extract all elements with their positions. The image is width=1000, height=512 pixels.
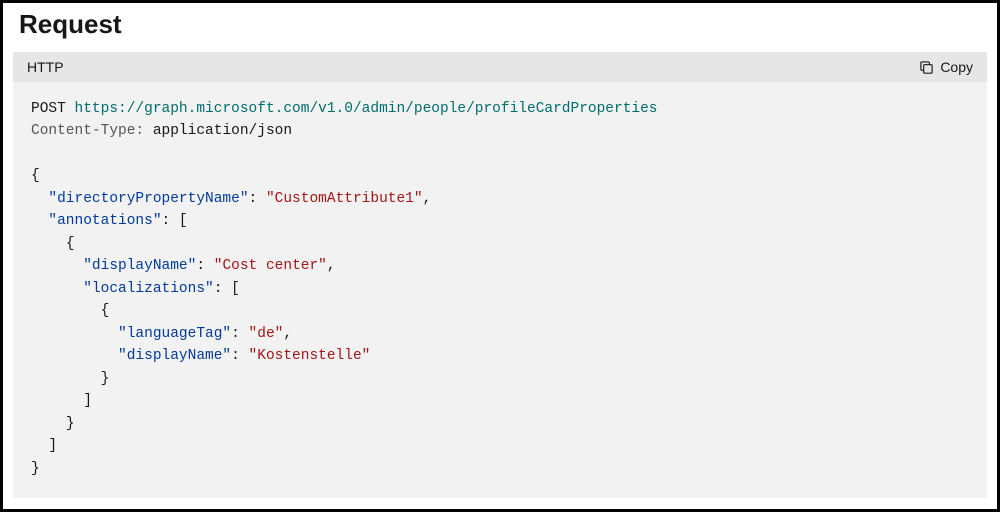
json-string: "de" (249, 326, 284, 342)
http-method: POST (31, 101, 66, 117)
json-key: "localizations" (83, 281, 214, 297)
json-string: "Cost center" (214, 258, 327, 274)
copy-button[interactable]: Copy (919, 59, 973, 75)
json-key: "directoryPropertyName" (48, 191, 248, 207)
language-label: HTTP (27, 59, 64, 75)
json-key: "annotations" (48, 213, 161, 229)
json-key: "languageTag" (118, 326, 231, 342)
code-block: HTTP Copy POST https://graph.microsoft.c… (13, 52, 987, 498)
json-key: "displayName" (118, 348, 231, 364)
header-value: application/json (153, 123, 292, 139)
copy-icon (919, 60, 934, 75)
json-string: "Kostenstelle" (249, 348, 371, 364)
code-toolbar: HTTP Copy (13, 52, 987, 82)
header-name: Content-Type: (31, 123, 144, 139)
http-url: https://graph.microsoft.com/v1.0/admin/p… (75, 101, 658, 117)
json-string: "CustomAttribute1" (266, 191, 423, 207)
json-key: "displayName" (83, 258, 196, 274)
code-content: POST https://graph.microsoft.com/v1.0/ad… (13, 82, 987, 498)
section-heading: Request (9, 7, 991, 52)
copy-label: Copy (940, 59, 973, 75)
